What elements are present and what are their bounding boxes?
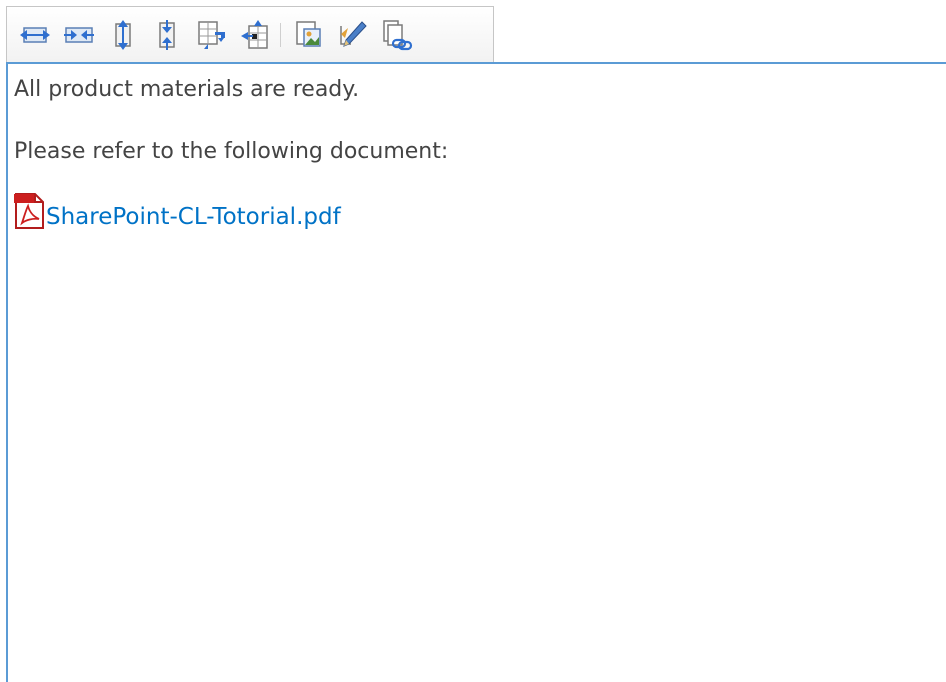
insert-image-button[interactable] (286, 13, 330, 57)
attach-link-button[interactable] (374, 13, 418, 57)
formatting-toolbar (6, 6, 494, 62)
expand-vertical-icon (106, 18, 140, 52)
edit-pen-button[interactable] (330, 13, 374, 57)
collapse-horizontal-button[interactable] (57, 13, 101, 57)
attach-link-icon (379, 18, 413, 52)
insert-column-left-button[interactable] (233, 13, 277, 57)
expand-horizontal-button[interactable] (13, 13, 57, 57)
rich-text-editor[interactable]: All product materials are ready. Please … (6, 62, 946, 682)
body-paragraph-ready: All product materials are ready. (14, 77, 360, 102)
edit-pen-icon (335, 18, 369, 52)
body-paragraph-refer: Please refer to the following document: (14, 139, 449, 164)
expand-vertical-button[interactable] (101, 13, 145, 57)
collapse-vertical-button[interactable] (145, 13, 189, 57)
insert-row-below-icon (194, 18, 228, 52)
collapse-horizontal-icon (62, 18, 96, 52)
toolbar-separator (280, 22, 281, 47)
attachment-item[interactable]: SharePoint-CL-Totorial.pdf (13, 192, 341, 230)
insert-column-left-icon (238, 18, 272, 52)
insert-image-icon (291, 18, 325, 52)
collapse-vertical-icon (150, 18, 184, 52)
pdf-file-icon (13, 192, 47, 230)
attachment-link[interactable]: SharePoint-CL-Totorial.pdf (46, 206, 341, 230)
expand-horizontal-icon (18, 18, 52, 52)
insert-row-below-button[interactable] (189, 13, 233, 57)
